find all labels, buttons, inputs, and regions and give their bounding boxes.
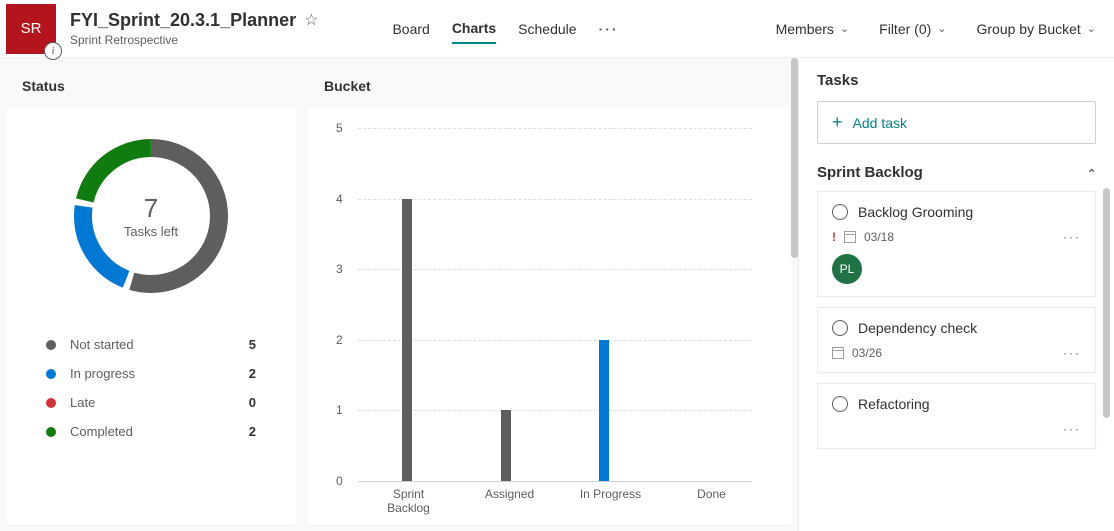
x-tick-label: Done — [661, 487, 762, 515]
task-title: Refactoring — [858, 396, 930, 412]
legend-late: Late 0 — [46, 388, 256, 417]
donut-center-value: 7 — [144, 193, 158, 224]
more-tabs-icon[interactable]: ··· — [599, 21, 619, 37]
y-tick-label: 2 — [336, 333, 343, 347]
scrollbar[interactable] — [1103, 188, 1110, 418]
bucket-title: Bucket — [308, 64, 792, 108]
tasks-panel: Tasks + Add task Sprint Backlog ⌄ Backlo… — [798, 58, 1114, 531]
bar-segment — [599, 340, 609, 481]
donut-center-label: Tasks left — [124, 224, 178, 239]
legend-in-progress: In progress 2 — [46, 359, 256, 388]
title-block: FYI_Sprint_20.3.1_Planner ☆ Sprint Retro… — [70, 10, 318, 47]
plus-icon: + — [832, 112, 843, 133]
tab-charts[interactable]: Charts — [452, 14, 496, 44]
bucket-bar-chart: 0 1 2 3 4 5 Sprint BacklogAssignedIn Progress… — [308, 108, 792, 525]
chevron-down-icon: ⌄ — [1087, 22, 1096, 35]
bucket-section-header[interactable]: Sprint Backlog ⌄ — [817, 164, 1096, 181]
task-card[interactable]: Backlog Grooming! 03/18 ··· PL — [817, 191, 1096, 297]
filter-label: Filter (0) — [879, 21, 931, 37]
task-card[interactable]: Dependency check 03/26 ··· — [817, 307, 1096, 373]
add-task-button[interactable]: + Add task — [817, 101, 1096, 144]
task-complete-radio[interactable] — [832, 204, 848, 220]
task-more-icon[interactable]: ··· — [1063, 346, 1081, 360]
bar-segment — [402, 199, 412, 481]
scrollbar[interactable] — [791, 58, 798, 258]
favorite-star-icon[interactable]: ☆ — [304, 13, 318, 29]
task-title: Backlog Grooming — [858, 204, 973, 220]
y-tick-label: 4 — [336, 192, 343, 206]
status-card: Status 7 Tasks left Not started 5 — [6, 64, 296, 525]
chevron-down-icon: ⌄ — [937, 22, 946, 35]
plan-title: FYI_Sprint_20.3.1_Planner — [70, 10, 296, 31]
plan-avatar-initials: SR — [21, 20, 42, 37]
task-title: Dependency check — [858, 320, 977, 336]
assignee-avatar[interactable]: PL — [832, 254, 862, 284]
tab-board[interactable]: Board — [392, 15, 429, 43]
bucket-name: Sprint Backlog — [817, 164, 923, 181]
tab-schedule[interactable]: Schedule — [518, 15, 576, 43]
task-complete-radio[interactable] — [832, 320, 848, 336]
task-more-icon[interactable]: ··· — [1063, 230, 1081, 244]
calendar-icon — [832, 347, 844, 359]
y-tick-label: 1 — [336, 403, 343, 417]
header-actions: Members ⌄ Filter (0) ⌄ Group by Bucket ⌄ — [776, 21, 1096, 37]
x-tick-label: Assigned — [459, 487, 560, 515]
plan-subtitle: Sprint Retrospective — [70, 33, 318, 47]
body: Status 7 Tasks left Not started 5 — [0, 58, 1114, 531]
x-tick-label: In Progress — [560, 487, 661, 515]
groupby-label: Group by Bucket — [977, 21, 1081, 37]
task-card[interactable]: Refactoring ··· — [817, 383, 1096, 449]
legend-completed: Completed 2 — [46, 417, 256, 446]
plan-avatar: SR i — [6, 4, 56, 54]
y-tick-label: 3 — [336, 262, 343, 276]
chevron-up-icon: ⌄ — [1087, 166, 1096, 179]
filter-dropdown[interactable]: Filter (0) ⌄ — [879, 21, 946, 37]
members-dropdown[interactable]: Members ⌄ — [776, 21, 850, 37]
tasks-heading: Tasks — [817, 72, 1096, 89]
bucket-card: Bucket 0 1 2 3 4 5 Sprint BacklogAssignedIn P… — [308, 64, 792, 525]
status-legend: Not started 5 In progress 2 Late 0 Compl… — [6, 300, 296, 456]
groupby-dropdown[interactable]: Group by Bucket ⌄ — [977, 21, 1097, 37]
header-bar: SR i FYI_Sprint_20.3.1_Planner ☆ Sprint … — [0, 0, 1114, 58]
donut-chart: 7 Tasks left — [6, 108, 296, 300]
task-complete-radio[interactable] — [832, 396, 848, 412]
info-icon[interactable]: i — [44, 42, 62, 60]
dot-icon — [46, 340, 56, 350]
x-tick-label: Sprint Backlog — [358, 487, 459, 515]
dot-icon — [46, 427, 56, 437]
calendar-icon — [844, 231, 856, 243]
task-date: 03/26 — [852, 346, 882, 360]
status-title: Status — [6, 64, 296, 108]
y-tick-label: 5 — [336, 121, 343, 135]
y-tick-label: 0 — [336, 474, 343, 488]
bar-segment — [501, 410, 511, 481]
legend-not-started: Not started 5 — [46, 330, 256, 359]
task-more-icon[interactable]: ··· — [1063, 422, 1081, 436]
task-date: 03/18 — [864, 230, 894, 244]
add-task-label: Add task — [853, 115, 907, 131]
urgent-icon: ! — [832, 230, 836, 244]
task-list: Backlog Grooming! 03/18 ··· PL Dependency ch… — [817, 191, 1096, 449]
chevron-down-icon: ⌄ — [840, 22, 849, 35]
dot-icon — [46, 369, 56, 379]
dot-icon — [46, 398, 56, 408]
view-tabs: Board Charts Schedule ··· — [392, 14, 618, 44]
members-label: Members — [776, 21, 834, 37]
